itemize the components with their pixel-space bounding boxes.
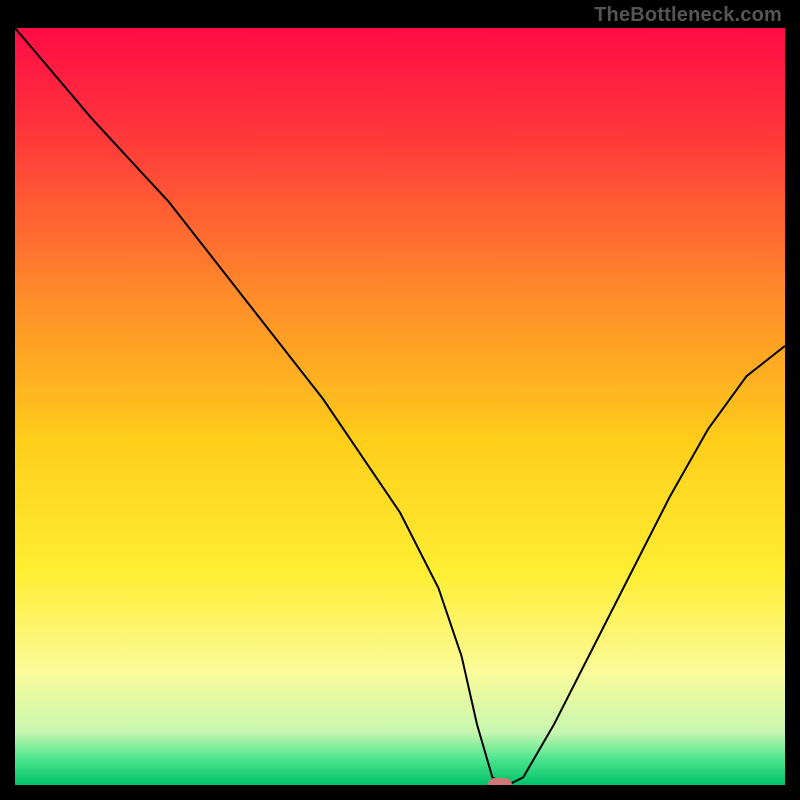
plot-svg <box>15 28 785 785</box>
credit-label: TheBottleneck.com <box>594 4 782 27</box>
chart-frame: TheBottleneck.com <box>0 0 800 800</box>
plot-area <box>15 28 785 785</box>
optimum-marker <box>488 778 512 785</box>
